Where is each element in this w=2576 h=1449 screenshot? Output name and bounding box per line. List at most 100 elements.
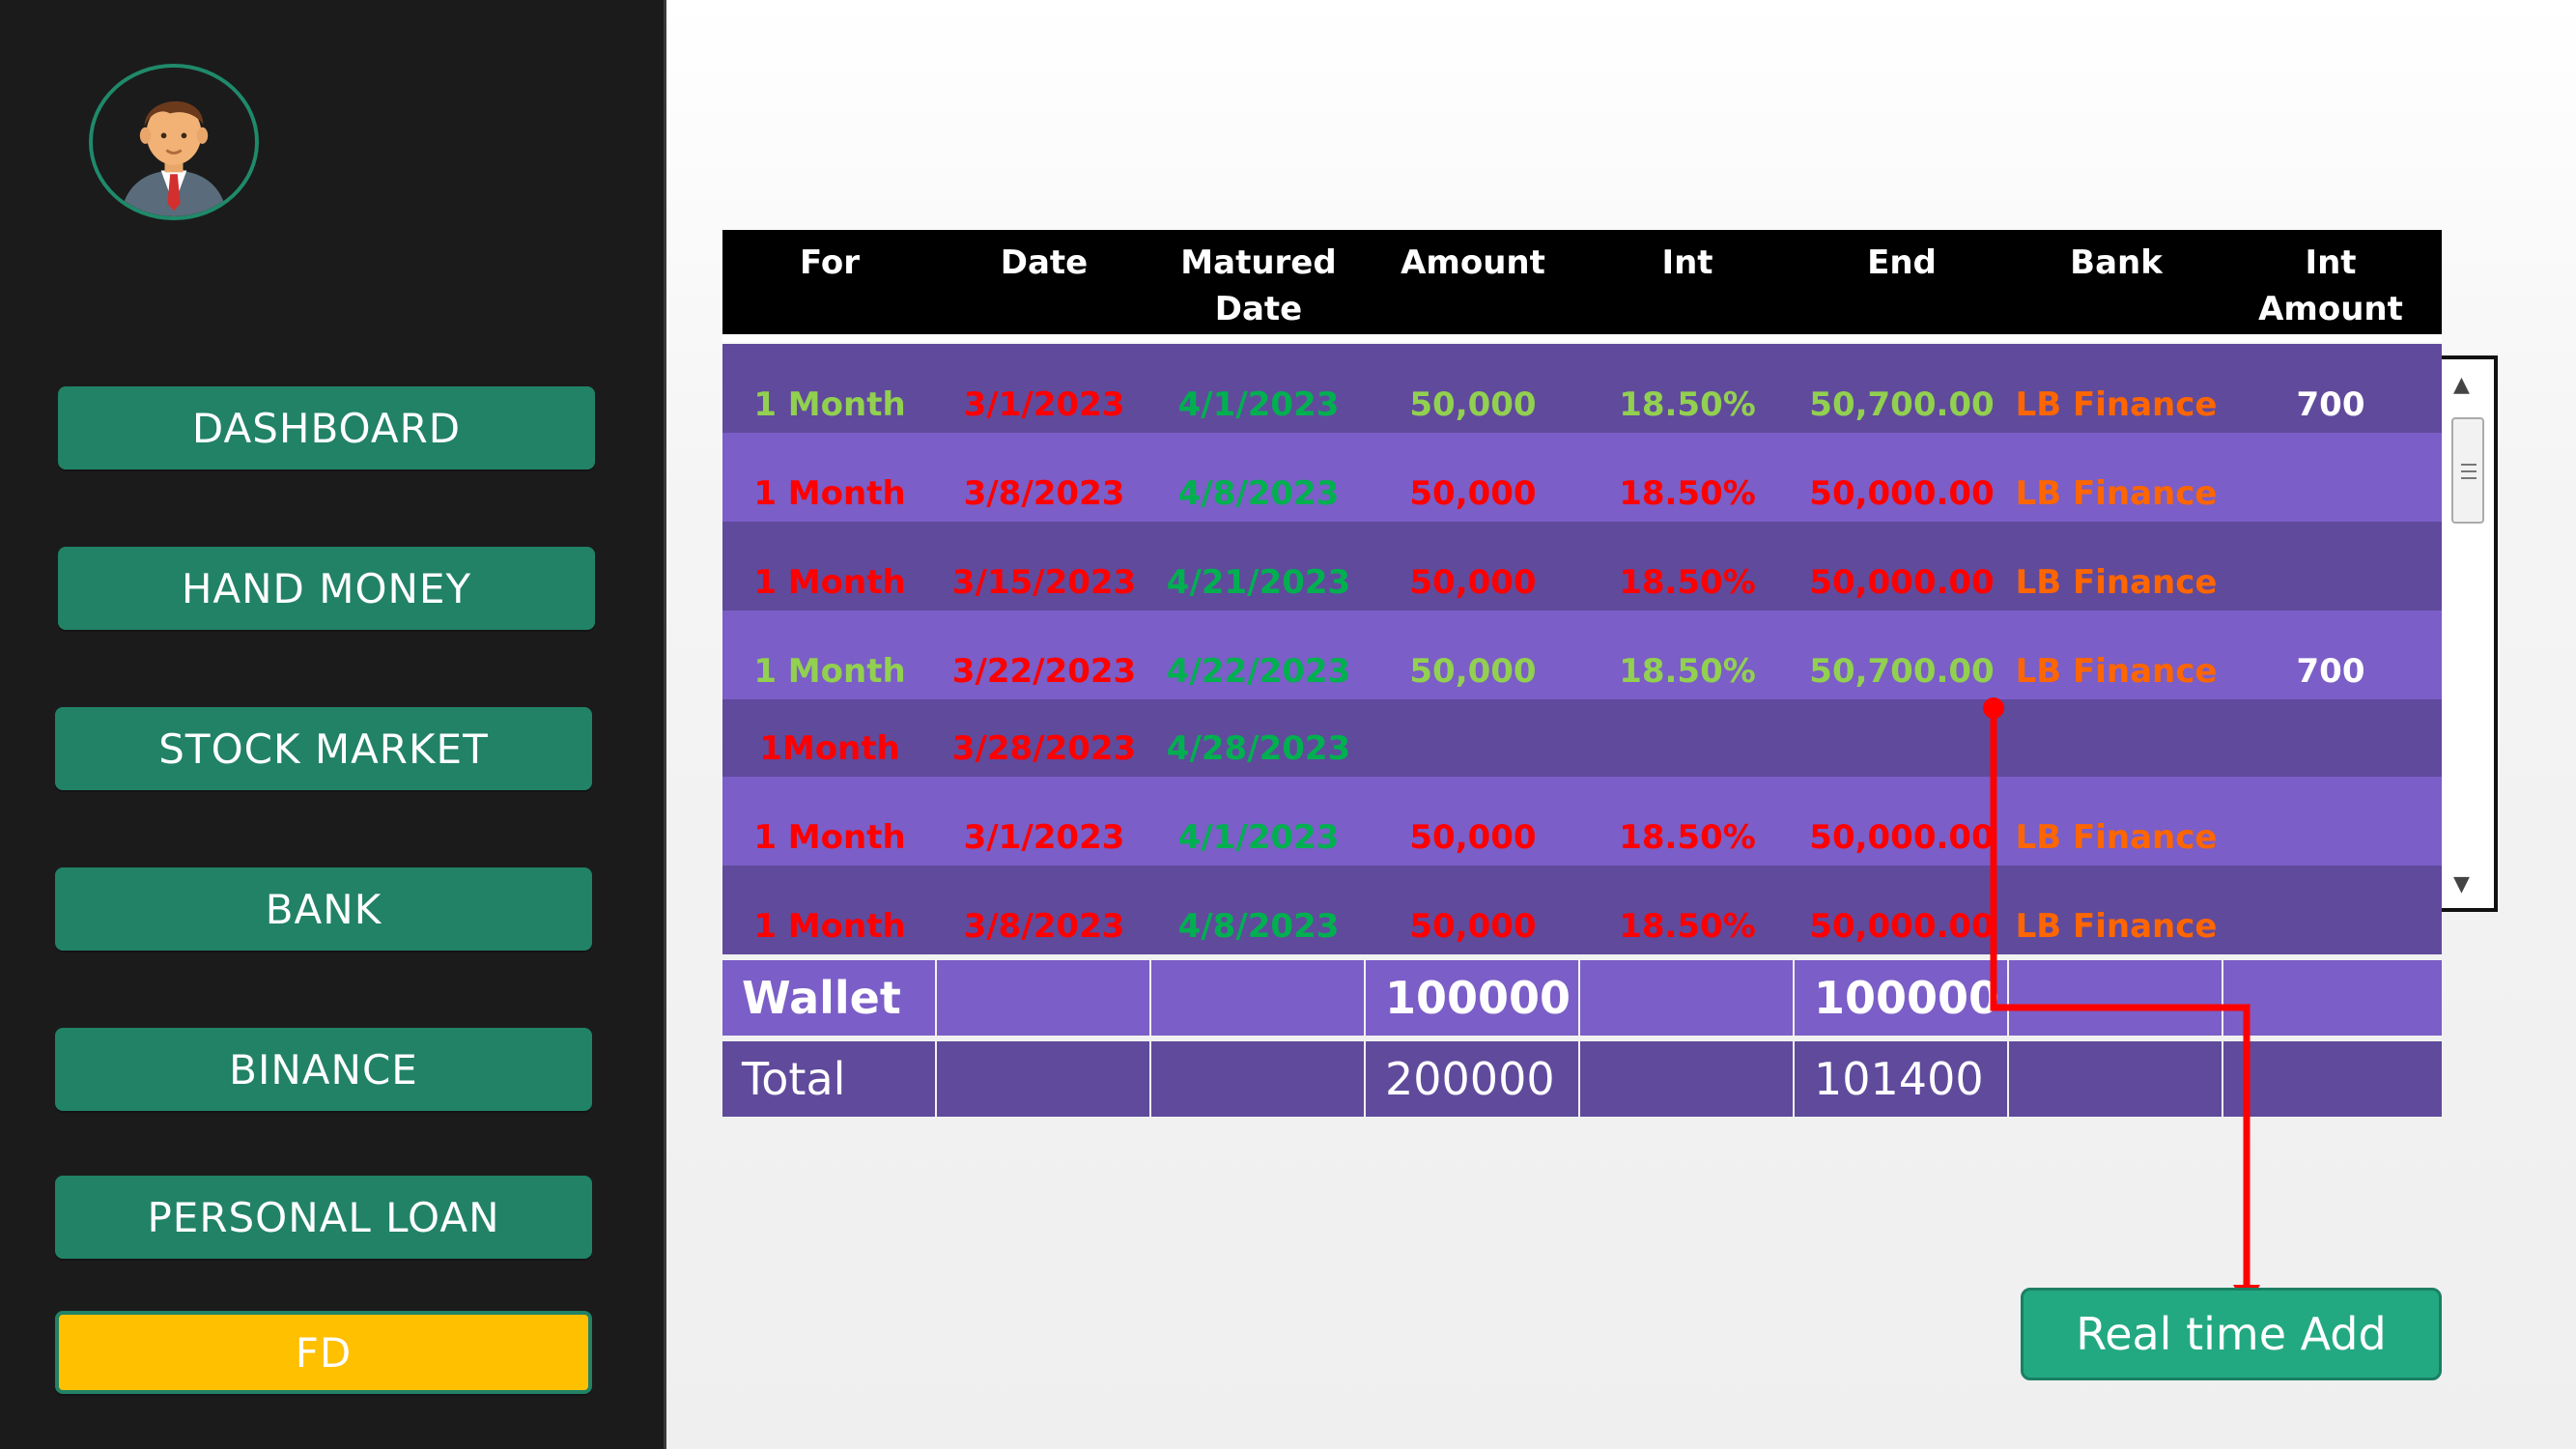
cell-int-amount: 700	[2296, 652, 2365, 691]
total-cell-int-amount	[2223, 1041, 2442, 1117]
cell-int-amount	[2223, 554, 2438, 611]
cell-matured-date: 4/21/2023	[1166, 563, 1351, 602]
table-scrollbar[interactable]: ▲ ▼	[2442, 355, 2498, 912]
wallet-cell-date	[937, 960, 1149, 1036]
cell-amount	[1366, 721, 1580, 777]
nav-fd-button[interactable]: FD	[55, 1311, 592, 1394]
table-row[interactable]: 1 Month 3/15/2023 4/21/2023 50,000 18.50% 50,…	[722, 522, 2442, 611]
cell-for: 1 Month	[753, 907, 906, 946]
header-date: Date	[1000, 243, 1089, 282]
cell-int: 18.50%	[1619, 652, 1756, 691]
total-cell-int	[1580, 1041, 1793, 1117]
wallet-cell-int	[1580, 960, 1793, 1036]
cell-int-amount: 700	[2296, 385, 2365, 424]
cell-for: 1Month	[759, 729, 900, 768]
cell-matured-date: 4/1/2023	[1177, 818, 1340, 857]
cell-for: 1 Month	[753, 818, 906, 857]
user-avatar[interactable]	[89, 64, 259, 220]
cell-int-amount	[2223, 466, 2438, 522]
cell-for: 1 Month	[753, 563, 906, 602]
cell-date: 3/28/2023	[951, 729, 1137, 768]
nav-bank-button[interactable]: BANK	[55, 867, 592, 951]
total-label: Total	[722, 1041, 935, 1117]
header-matured-date: Matured Date	[1180, 243, 1337, 328]
header-amount: Amount	[1401, 243, 1545, 282]
cell-amount: 50,000	[1409, 652, 1537, 691]
cell-amount: 50,000	[1409, 563, 1537, 602]
cell-bank: LB Finance	[2015, 907, 2218, 946]
cell-int: 18.50%	[1619, 907, 1756, 946]
cell-bank: LB Finance	[2015, 652, 2218, 691]
cell-date: 3/22/2023	[951, 652, 1137, 691]
table-row[interactable]: 1 Month 3/1/2023 4/1/2023 50,000 18.50% 50,00…	[722, 777, 2442, 866]
cell-date: 3/8/2023	[963, 474, 1125, 513]
nav-hand-money-button[interactable]: HAND MONEY	[58, 547, 595, 630]
cell-end: 50,000.00	[1809, 474, 1995, 513]
table-row[interactable]: 1Month 3/28/2023 4/28/2023	[722, 699, 2442, 777]
total-amount: 200000	[1366, 1041, 1578, 1117]
total-end: 101400	[1795, 1041, 2007, 1117]
sidebar: DASHBOARD HAND MONEY STOCK MARKET BANK B…	[0, 0, 666, 1449]
header-int: Int	[1661, 243, 1713, 282]
cell-end	[1795, 721, 2009, 777]
cell-amount: 50,000	[1409, 385, 1537, 424]
total-row: Total 200000 101400	[722, 1041, 2442, 1117]
cell-amount: 50,000	[1409, 907, 1537, 946]
wallet-row: Wallet 100000 100000	[722, 960, 2442, 1036]
header-for: For	[800, 243, 860, 282]
cell-int: 18.50%	[1619, 385, 1756, 424]
cell-matured-date: 4/8/2023	[1177, 474, 1340, 513]
cell-bank	[2009, 721, 2223, 777]
cell-int: 18.50%	[1619, 563, 1756, 602]
cell-for: 1 Month	[753, 385, 906, 424]
cell-for: 1 Month	[753, 652, 906, 691]
cell-date: 3/1/2023	[963, 385, 1125, 424]
scroll-down-arrow-icon[interactable]: ▼	[2453, 872, 2470, 896]
real-time-add-button[interactable]: Real time Add	[2021, 1288, 2442, 1380]
cell-matured-date: 4/1/2023	[1177, 385, 1340, 424]
total-cell-matured	[1151, 1041, 1364, 1117]
table-row[interactable]: 1 Month 3/8/2023 4/8/2023 50,000 18.50% 50,00…	[722, 433, 2442, 522]
table-row[interactable]: 1 Month 3/22/2023 4/22/2023 50,000 18.50% 50,…	[722, 611, 2442, 699]
wallet-amount: 100000	[1366, 960, 1578, 1036]
cell-matured-date: 4/22/2023	[1166, 652, 1351, 691]
cell-bank: LB Finance	[2015, 474, 2218, 513]
cell-bank: LB Finance	[2015, 563, 2218, 602]
table-row[interactable]: 1 Month 3/1/2023 4/1/2023 50,000 18.50% 50,70…	[722, 344, 2442, 433]
cell-for: 1 Month	[753, 474, 906, 513]
cell-end: 50,000.00	[1809, 907, 1995, 946]
wallet-cell-matured	[1151, 960, 1364, 1036]
cell-matured-date: 4/8/2023	[1177, 907, 1340, 946]
grip-line	[2461, 477, 2477, 479]
cell-bank: LB Finance	[2015, 818, 2218, 857]
cell-end: 50,000.00	[1809, 818, 1995, 857]
wallet-cell-bank	[2009, 960, 2222, 1036]
cell-date: 3/15/2023	[951, 563, 1137, 602]
wallet-end: 100000	[1795, 960, 2007, 1036]
table-row[interactable]: 1 Month 3/8/2023 4/8/2023 50,000 18.50% 50,00…	[722, 866, 2442, 954]
header-bank: Bank	[2070, 243, 2163, 282]
scroll-thumb[interactable]	[2451, 417, 2484, 524]
cell-amount: 50,000	[1409, 818, 1537, 857]
cell-int: 18.50%	[1619, 474, 1756, 513]
scroll-up-arrow-icon[interactable]: ▲	[2453, 373, 2470, 397]
cell-end: 50,700.00	[1809, 385, 1995, 424]
header-end: End	[1867, 243, 1937, 282]
wallet-cell-int-amount	[2223, 960, 2442, 1036]
wallet-label: Wallet	[722, 960, 935, 1036]
user-avatar-icon	[93, 68, 255, 216]
grip-line	[2461, 470, 2477, 472]
fd-table-header: For Date Matured Date Amount Int End Ban…	[722, 230, 2442, 334]
cell-int-amount	[2223, 810, 2438, 866]
nav-stock-market-button[interactable]: STOCK MARKET	[55, 707, 592, 790]
cell-int	[1580, 721, 1795, 777]
cell-end: 50,000.00	[1809, 563, 1995, 602]
cell-end: 50,700.00	[1809, 652, 1995, 691]
cell-amount: 50,000	[1409, 474, 1537, 513]
nav-dashboard-button[interactable]: DASHBOARD	[58, 386, 595, 469]
header-int-amount: Int Amount	[2258, 243, 2403, 328]
cell-date: 3/1/2023	[963, 818, 1125, 857]
cell-int-amount	[2223, 898, 2438, 954]
nav-binance-button[interactable]: BINANCE	[55, 1028, 592, 1111]
nav-personal-loan-button[interactable]: PERSONAL LOAN	[55, 1176, 592, 1259]
